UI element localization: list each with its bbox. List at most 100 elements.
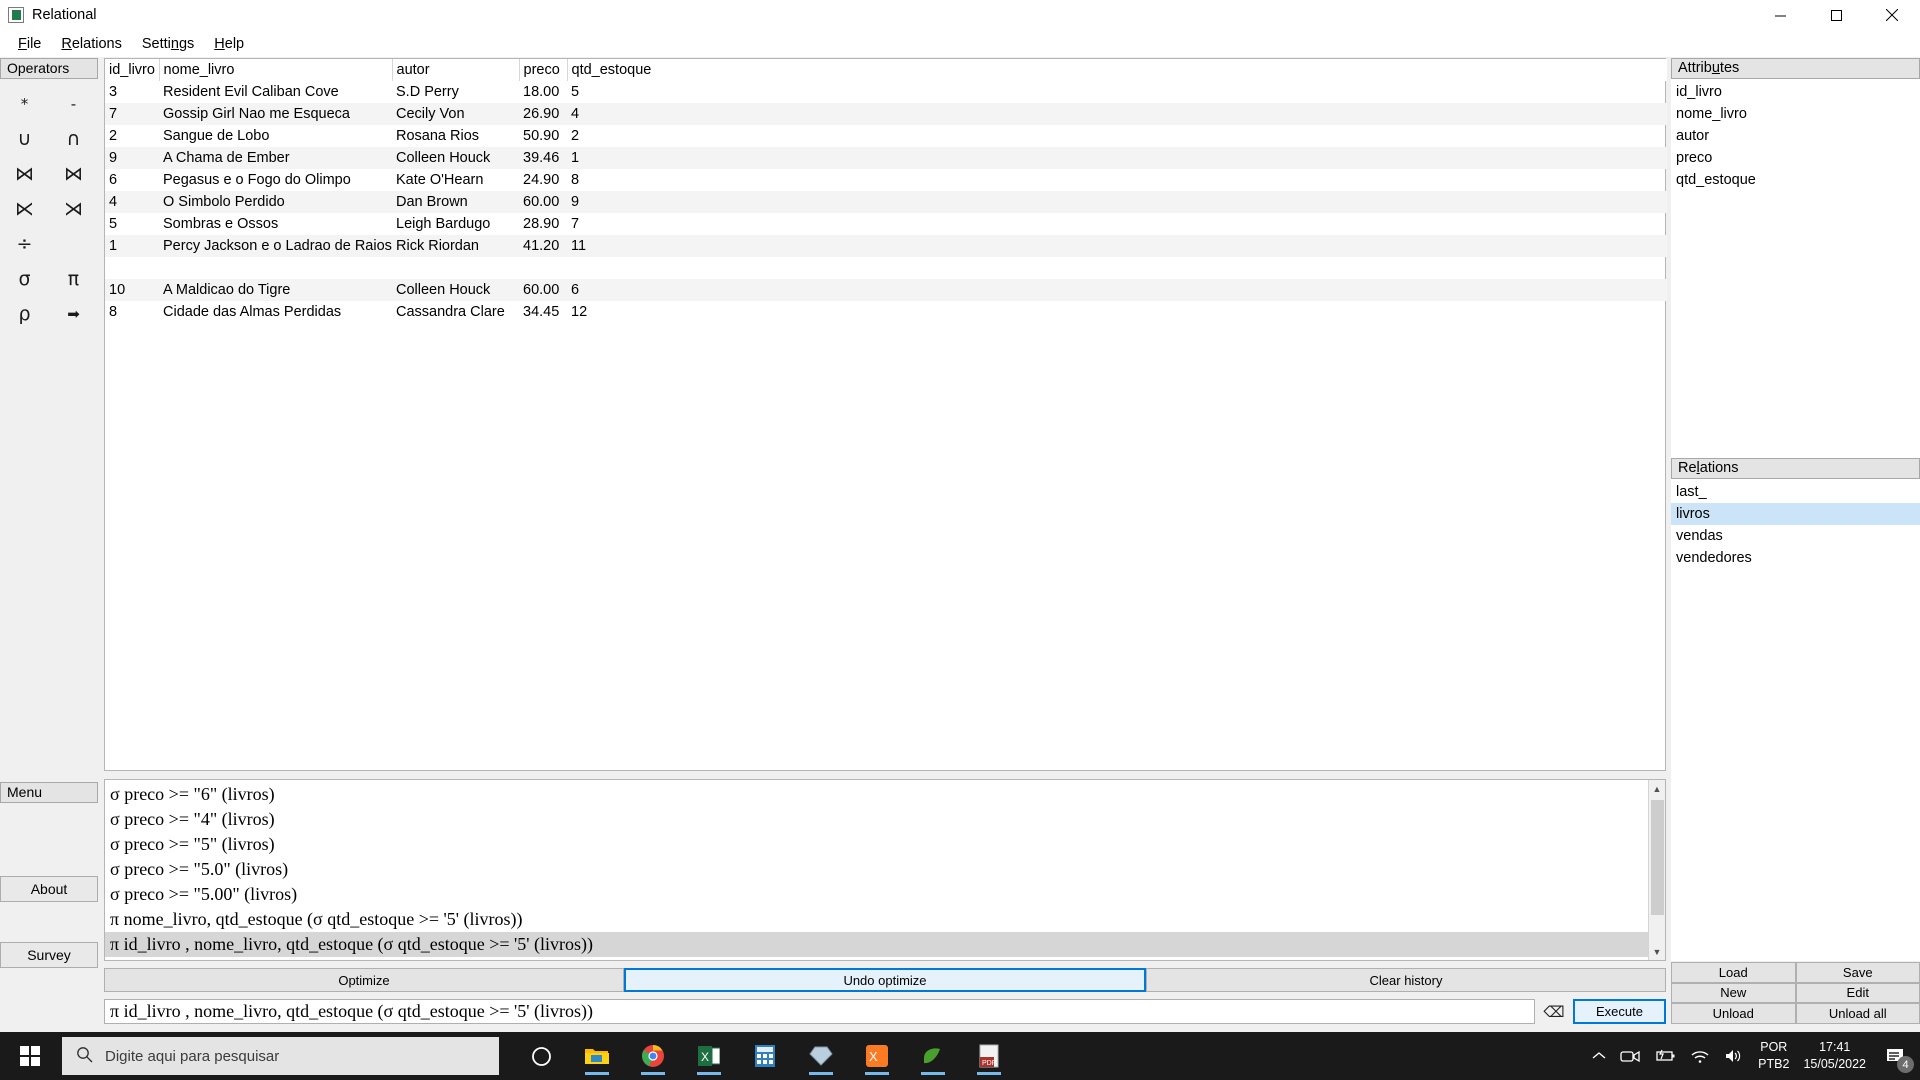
operator-division[interactable]: ÷: [0, 227, 49, 262]
unload-all-button[interactable]: Unload all: [1795, 1003, 1920, 1024]
relation-item[interactable]: vendedores: [1671, 547, 1920, 569]
relations-list[interactable]: last_ livros vendas vendedores: [1671, 479, 1920, 569]
history-list[interactable]: σ preco >= "6" (livros) σ preco >= "4" (l…: [105, 780, 1648, 960]
column-header-nome-livro[interactable]: nome_livro: [159, 59, 393, 81]
maximize-button[interactable]: [1808, 0, 1864, 30]
table-row[interactable]: 7 Gossip Girl Nao me Esqueca Cecily Von 26.…: [105, 103, 1667, 125]
operator-product[interactable]: *: [0, 87, 49, 122]
camera-icon[interactable]: [1620, 1048, 1640, 1065]
relation-item[interactable]: livros: [1671, 503, 1920, 525]
menu-file[interactable]: File: [8, 33, 51, 55]
operator-right-outer-join[interactable]: ⋊: [49, 192, 98, 227]
table-row[interactable]: 2 Sangue de Lobo Rosana Rios 50.90 2: [105, 125, 1667, 147]
unload-button[interactable]: Unload: [1671, 1003, 1796, 1024]
operators-panel: Operators * - ∪ ∩ ⋈ ⋈ ⋉ ⋊ ÷ σ π ρ ➡: [0, 58, 98, 779]
scroll-down-icon[interactable]: ▼: [1649, 943, 1665, 960]
wifi-icon[interactable]: [1690, 1048, 1710, 1064]
show-hidden-icons-chevron-icon[interactable]: [1592, 1051, 1606, 1061]
attributes-list[interactable]: id_livro nome_livro autor preco qtd_estoque: [1671, 79, 1920, 191]
relations-header: Relations: [1671, 458, 1920, 479]
table-row[interactable]: 3 Resident Evil Caliban Cove S.D Perry 18.0…: [105, 81, 1667, 103]
chrome-icon[interactable]: [633, 1036, 673, 1076]
query-input[interactable]: π id_livro , nome_livro, qtd_estoque (σ …: [104, 999, 1535, 1024]
mint-icon[interactable]: [913, 1036, 953, 1076]
history-item[interactable]: π nome_livro, qtd_estoque (σ qtd_estoque…: [105, 907, 1648, 932]
file-explorer-icon[interactable]: [577, 1036, 617, 1076]
operator-rename[interactable]: ρ: [0, 297, 49, 332]
history-scrollbar[interactable]: ▲ ▼: [1648, 780, 1665, 960]
load-button[interactable]: Load: [1671, 962, 1796, 983]
column-header-qtd-estoque[interactable]: qtd_estoque: [567, 59, 1667, 81]
scroll-up-icon[interactable]: ▲: [1649, 780, 1665, 797]
execute-button[interactable]: Execute: [1573, 999, 1666, 1024]
operator-theta-join[interactable]: ⋈: [49, 157, 98, 192]
undo-optimize-button[interactable]: Undo optimize: [624, 968, 1146, 992]
svg-text:X: X: [869, 1049, 878, 1064]
history-item[interactable]: σ preco >= "4" (livros): [105, 807, 1648, 832]
table-row[interactable]: 1 Percy Jackson e o Ladrao de Raios Rick R…: [105, 235, 1667, 257]
table-cell: 8: [109, 304, 118, 320]
close-button[interactable]: [1864, 0, 1920, 30]
operator-union[interactable]: ∪: [0, 122, 49, 157]
table-row[interactable]: 4 O Simbolo Perdido Dan Brown 60.00 9: [105, 191, 1667, 213]
attribute-item[interactable]: qtd_estoque: [1671, 169, 1920, 191]
scrollbar-thumb[interactable]: [1651, 800, 1664, 915]
history-item[interactable]: σ preco >= "5" (livros): [105, 832, 1648, 857]
clear-history-button[interactable]: Clear history: [1146, 968, 1666, 992]
language-indicator[interactable]: POR PTB2: [1758, 1039, 1789, 1073]
table-row[interactable]: 6 Pegasus e o Fogo do Olimpo Kate O'Hearn 2…: [105, 169, 1667, 191]
excel-icon[interactable]: X: [689, 1036, 729, 1076]
language-code: POR: [1760, 1040, 1788, 1054]
relation-item[interactable]: last_: [1671, 481, 1920, 503]
clear-query-icon[interactable]: ⌫: [1535, 999, 1573, 1024]
calculator-icon[interactable]: [745, 1036, 785, 1076]
column-header-id-livro[interactable]: id_livro: [105, 59, 160, 81]
menu-help[interactable]: Help: [204, 33, 254, 55]
operator-selection[interactable]: σ: [0, 262, 49, 297]
menu-relations[interactable]: Relations: [51, 33, 131, 55]
survey-button[interactable]: Survey: [0, 942, 98, 968]
save-button[interactable]: Save: [1795, 962, 1920, 983]
operator-difference[interactable]: -: [49, 87, 98, 122]
cortana-icon[interactable]: [521, 1036, 561, 1076]
volume-icon[interactable]: [1724, 1048, 1744, 1064]
attribute-item[interactable]: autor: [1671, 125, 1920, 147]
notification-badge: 4: [1897, 1056, 1914, 1073]
clock[interactable]: 17:41 15/05/2022: [1803, 1039, 1866, 1073]
menu-bar: File Relations Settings Help: [0, 30, 1920, 57]
operator-projection[interactable]: π: [49, 262, 98, 297]
attribute-item[interactable]: nome_livro: [1671, 103, 1920, 125]
start-button[interactable]: [0, 1032, 60, 1080]
edit-button[interactable]: Edit: [1795, 982, 1920, 1004]
notification-center-button[interactable]: 4: [1880, 1041, 1914, 1073]
new-button[interactable]: New: [1671, 982, 1796, 1004]
table-row[interactable]: 10 A Maldicao do Tigre Colleen Houck 60.00 6: [105, 279, 1667, 301]
table-row[interactable]: 9 A Chama de Ember Colleen Houck 39.46 1: [105, 147, 1667, 169]
attribute-item[interactable]: id_livro: [1671, 81, 1920, 103]
history-item[interactable]: σ preco >= "5.0" (livros): [105, 857, 1648, 882]
table-row[interactable]: [105, 257, 1667, 279]
history-item[interactable]: σ preco >= "6" (livros): [105, 782, 1648, 807]
column-header-autor[interactable]: autor: [392, 59, 520, 81]
column-header-preco[interactable]: preco: [519, 59, 568, 81]
pdf-icon[interactable]: PDF: [969, 1036, 1009, 1076]
about-button[interactable]: About: [0, 876, 98, 902]
table-row[interactable]: 5 Sombras e Ossos Leigh Bardugo 28.90 7: [105, 213, 1667, 235]
minimize-button[interactable]: [1752, 0, 1808, 30]
operator-arrow-icon[interactable]: ➡: [49, 297, 98, 332]
history-item[interactable]: σ preco >= "5.00" (livros): [105, 882, 1648, 907]
operator-natural-join[interactable]: ⋈: [0, 157, 49, 192]
operator-left-outer-join[interactable]: ⋉: [0, 192, 49, 227]
menu-settings[interactable]: Settings: [132, 33, 204, 55]
table-row[interactable]: 8 Cidade das Almas Perdidas Cassandra Clar…: [105, 301, 1667, 323]
xampp-icon[interactable]: X: [857, 1036, 897, 1076]
attribute-item[interactable]: preco: [1671, 147, 1920, 169]
operator-intersection[interactable]: ∩: [49, 122, 98, 157]
relation-item[interactable]: vendas: [1671, 525, 1920, 547]
gem-icon[interactable]: [801, 1036, 841, 1076]
relation-buttons: Load Save New Edit Unload Unload all: [1671, 962, 1920, 1024]
history-item[interactable]: π id_livro , nome_livro, qtd_estoque (σ …: [105, 932, 1648, 957]
optimize-button[interactable]: Optimize: [104, 968, 624, 992]
battery-icon[interactable]: [1654, 1049, 1676, 1063]
taskbar-search-box[interactable]: Digite aqui para pesquisar: [62, 1037, 499, 1075]
